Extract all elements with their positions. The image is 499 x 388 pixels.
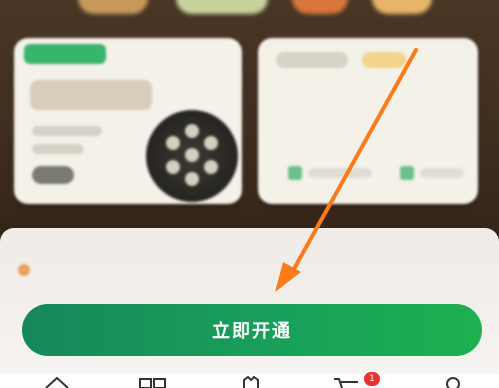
cart-badge: 1 bbox=[364, 372, 380, 386]
blurred-top-item bbox=[78, 0, 148, 14]
card-tag bbox=[24, 44, 106, 64]
member-icon[interactable] bbox=[236, 376, 266, 388]
food-plate-image bbox=[146, 110, 238, 202]
card-subtext bbox=[32, 126, 102, 136]
blurred-promo-text bbox=[20, 258, 180, 278]
benefit-text bbox=[420, 168, 464, 178]
benefit-icon bbox=[400, 166, 414, 180]
home-icon[interactable] bbox=[42, 376, 72, 388]
card-title-placeholder bbox=[30, 80, 152, 110]
blurred-top-item bbox=[176, 0, 268, 14]
blurred-top-item bbox=[292, 0, 348, 14]
open-now-button-label: 立即开通 bbox=[212, 321, 292, 342]
card-button bbox=[32, 166, 74, 184]
card-subtext bbox=[32, 144, 84, 154]
profile-icon[interactable] bbox=[438, 376, 468, 388]
benefit-icon bbox=[288, 166, 302, 180]
blurred-benefit-card-right bbox=[258, 38, 478, 204]
card-label-highlight bbox=[362, 52, 406, 68]
cart-icon[interactable] bbox=[332, 376, 362, 388]
card-label bbox=[276, 52, 348, 68]
blurred-benefit-card-left bbox=[14, 38, 242, 204]
benefit-text bbox=[308, 168, 372, 178]
open-now-button[interactable]: 立即开通 bbox=[22, 304, 482, 356]
category-icon[interactable] bbox=[138, 376, 168, 388]
blurred-top-item bbox=[372, 0, 432, 14]
